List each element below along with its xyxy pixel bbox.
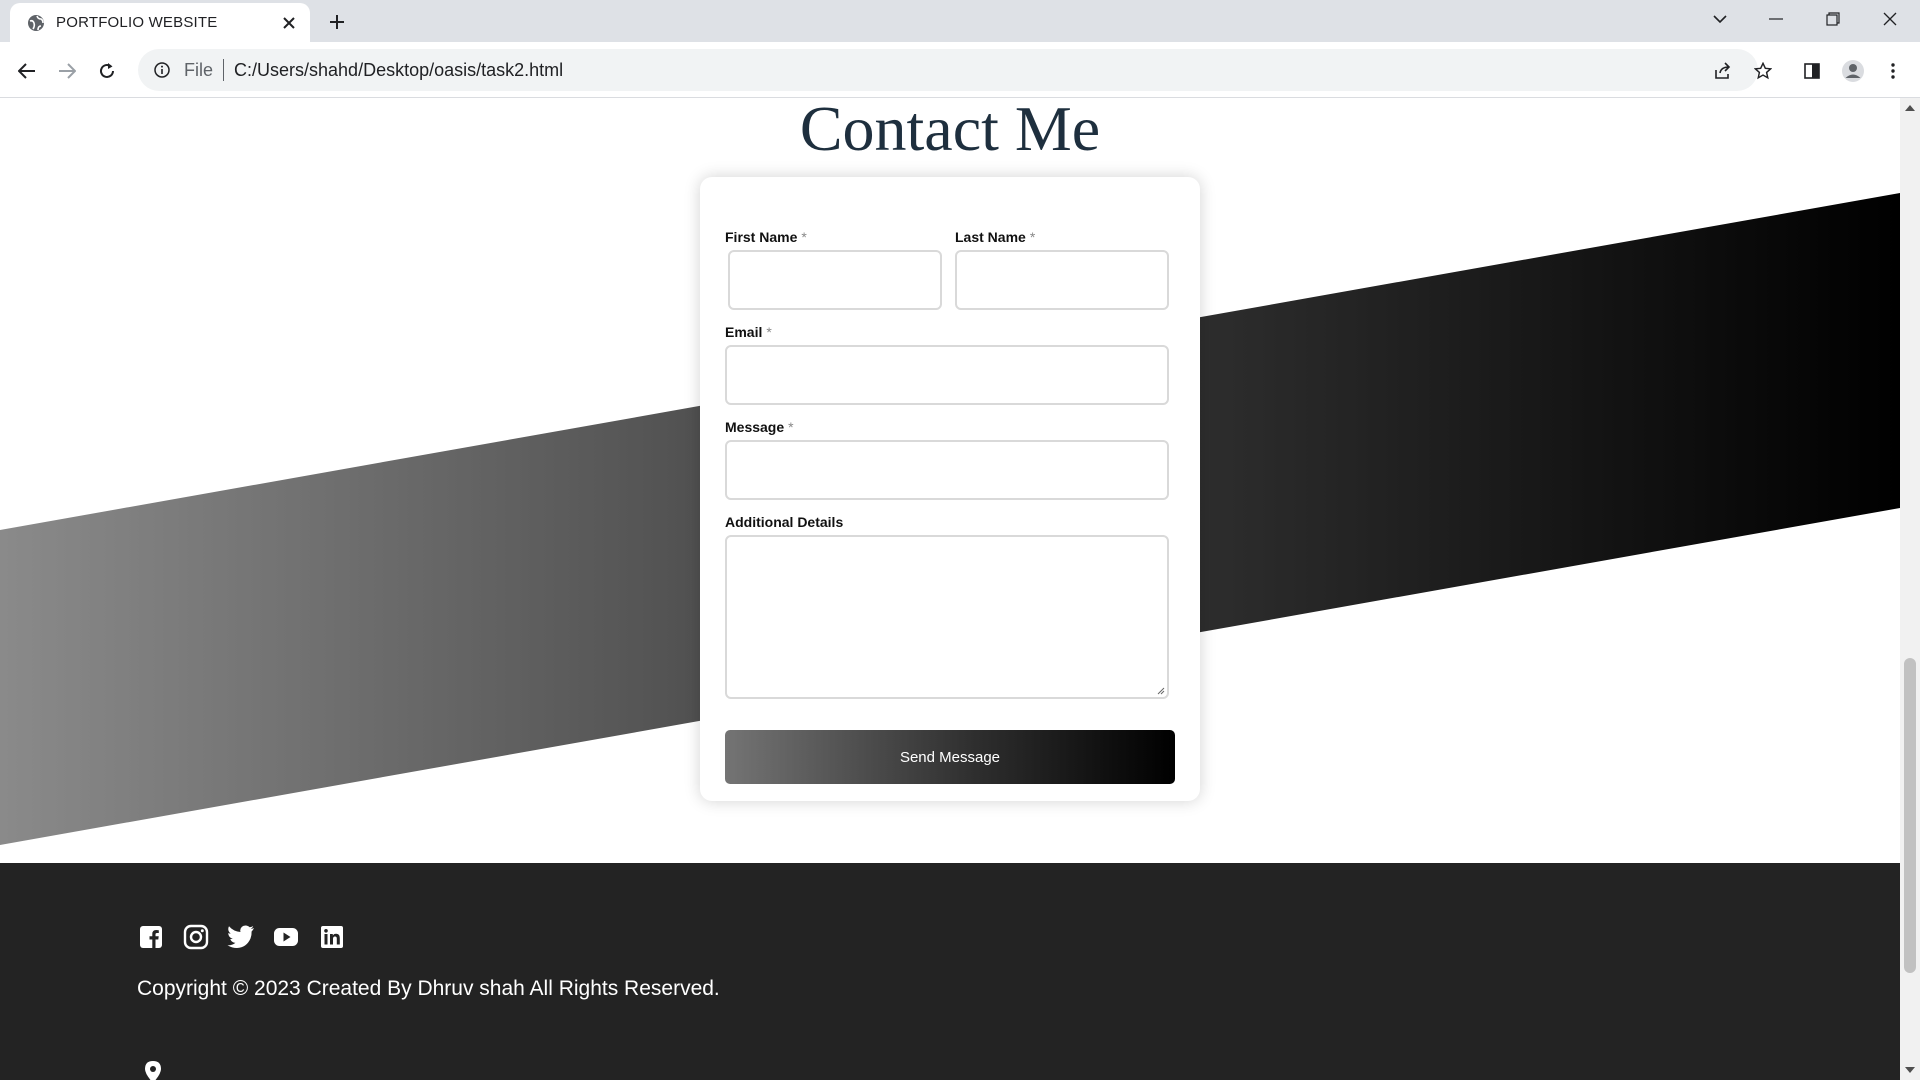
- location-pin-icon: [145, 1061, 161, 1080]
- bookmark-star-icon[interactable]: [1746, 54, 1780, 88]
- reload-icon[interactable]: [90, 54, 124, 88]
- page-viewport: Contact Me First Name * Last Name * Email *…: [0, 98, 1900, 1080]
- instagram-icon[interactable]: [182, 923, 210, 951]
- browser-toolbar: File C:/Users/shahd/Desktop/oasis/task2.…: [0, 42, 1920, 98]
- additional-details-label: Additional Details: [725, 514, 844, 530]
- address-bar[interactable]: File C:/Users/shahd/Desktop/oasis/task2.…: [138, 49, 1758, 91]
- resize-grip-icon[interactable]: [1155, 685, 1165, 695]
- restore-icon[interactable]: [1805, 0, 1861, 38]
- profile-avatar-icon[interactable]: [1836, 54, 1870, 88]
- linkedin-icon[interactable]: [318, 923, 346, 951]
- menu-kebab-icon[interactable]: [1876, 54, 1910, 88]
- url-separator: [223, 59, 225, 81]
- email-label: Email *: [725, 324, 772, 340]
- additional-details-textarea[interactable]: [725, 535, 1169, 699]
- share-icon[interactable]: [1706, 54, 1740, 88]
- message-label: Message *: [725, 419, 794, 435]
- globe-icon: [26, 13, 46, 33]
- page-scrollbar[interactable]: [1900, 98, 1920, 1080]
- forward-arrow-icon[interactable]: [50, 54, 84, 88]
- window-close-icon[interactable]: [1862, 0, 1918, 38]
- required-marker: *: [766, 324, 772, 340]
- last-name-input[interactable]: [955, 250, 1169, 310]
- url-text[interactable]: C:/Users/shahd/Desktop/oasis/task2.html: [234, 60, 563, 81]
- twitter-icon[interactable]: [227, 923, 255, 951]
- required-marker: *: [801, 229, 807, 245]
- back-arrow-icon[interactable]: [10, 54, 44, 88]
- email-input[interactable]: [725, 345, 1169, 405]
- tab-search-icon[interactable]: [1692, 0, 1748, 38]
- required-marker: *: [788, 419, 794, 435]
- browser-tabstrip: PORTFOLIO WEBSITE: [0, 0, 1920, 42]
- close-tab-icon[interactable]: [278, 12, 300, 34]
- facebook-icon[interactable]: [137, 923, 165, 951]
- url-scheme-label: File: [184, 59, 214, 80]
- youtube-icon[interactable]: [272, 923, 300, 951]
- scroll-down-arrow-icon[interactable]: [1900, 1060, 1920, 1080]
- info-icon[interactable]: [152, 60, 172, 80]
- new-tab-button[interactable]: [322, 9, 352, 35]
- first-name-label: First Name *: [725, 229, 807, 245]
- first-name-input[interactable]: [728, 250, 942, 310]
- last-name-label: Last Name *: [955, 229, 1036, 245]
- page-title: Contact Me: [799, 98, 1101, 164]
- scroll-up-arrow-icon[interactable]: [1900, 98, 1920, 118]
- send-message-button[interactable]: Send Message: [725, 730, 1175, 784]
- message-input[interactable]: [725, 440, 1169, 500]
- copyright-text: Copyright © 2023 Created By Dhruv shah A…: [137, 977, 720, 1000]
- contact-form: First Name * Last Name * Email * Message * A…: [700, 177, 1200, 801]
- required-marker: *: [1029, 229, 1036, 245]
- scrollbar-thumb[interactable]: [1904, 658, 1916, 973]
- tab-title: PORTFOLIO WEBSITE: [56, 14, 218, 31]
- side-panel-icon[interactable]: [1795, 54, 1829, 88]
- browser-tab[interactable]: PORTFOLIO WEBSITE: [10, 3, 310, 42]
- minimize-icon[interactable]: [1748, 0, 1804, 38]
- footer: Copyright © 2023 Created By Dhruv shah A…: [0, 863, 1900, 1080]
